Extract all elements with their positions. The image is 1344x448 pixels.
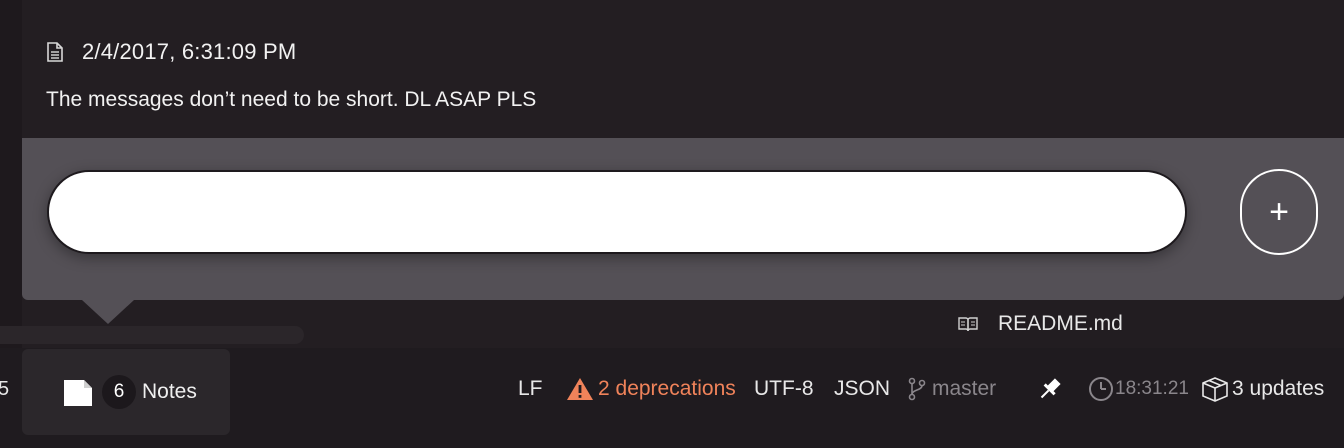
git-branch-icon: [908, 377, 926, 401]
note-entry: 2/4/2017, 6:31:09 PM The messages don’t …: [22, 0, 1344, 138]
grammar-selector[interactable]: JSON: [834, 376, 890, 402]
clock: 18:31:21: [1088, 376, 1189, 402]
git-branch-label: master: [932, 377, 997, 400]
plus-icon: +: [1269, 192, 1289, 231]
deprecations-button[interactable]: 2 deprecations: [566, 376, 736, 402]
encoding-label: UTF-8: [754, 377, 814, 400]
horizontal-scrollbar[interactable]: [0, 326, 304, 344]
note-header: 2/4/2017, 6:31:09 PM: [46, 38, 296, 66]
updates-label: 3 updates: [1232, 377, 1325, 400]
encoding-selector[interactable]: UTF-8: [754, 376, 814, 402]
book-icon: [958, 317, 978, 332]
note-message: The messages don’t need to be short. DL …: [46, 88, 537, 111]
status-left-clipped: 5: [0, 378, 10, 400]
clock-icon: [1089, 377, 1113, 401]
grammar-label: JSON: [834, 377, 891, 400]
document-icon: [47, 42, 63, 62]
package-icon: [1202, 377, 1228, 402]
tree-item-readme[interactable]: README.md: [880, 300, 1344, 348]
updates-button[interactable]: 3 updates: [1200, 376, 1324, 402]
note-timestamp: 2/4/2017, 6:31:09 PM: [82, 39, 297, 64]
line-ending-label: LF: [518, 377, 543, 400]
deprecations-label: 2 deprecations: [598, 377, 736, 400]
pin-button[interactable]: [1036, 376, 1064, 402]
add-note-button[interactable]: +: [1240, 169, 1318, 255]
note-input[interactable]: [47, 170, 1187, 254]
page-icon: [64, 380, 92, 406]
git-branch-button[interactable]: master: [908, 376, 996, 402]
pin-icon: [1040, 378, 1061, 399]
left-gutter: [0, 0, 22, 348]
clock-time: 18:31:21: [1115, 378, 1189, 399]
line-ending-selector[interactable]: LF: [518, 376, 543, 402]
notes-toggle-button[interactable]: 6 Notes: [22, 349, 230, 435]
tree-item-label: README.md: [998, 312, 1123, 335]
warning-icon: [567, 378, 593, 400]
note-composer: +: [22, 138, 1344, 300]
notes-count-badge: 6: [102, 375, 136, 409]
popover-pointer: [82, 300, 134, 324]
notes-label: Notes: [142, 380, 197, 403]
